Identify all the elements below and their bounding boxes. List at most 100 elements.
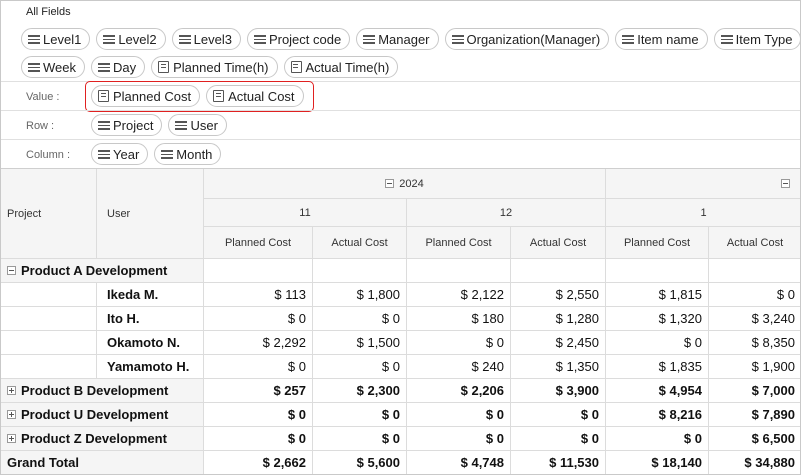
- user-row-header: Ito H.: [97, 307, 204, 331]
- field-chip-label: Day: [113, 59, 137, 75]
- field-chip-actual-time-h[interactable]: Actual Time(h): [283, 56, 399, 78]
- value-cell: $ 1,350: [511, 355, 606, 379]
- value-cell-text: $ 0: [287, 407, 306, 422]
- month-header-text: 11: [299, 206, 311, 219]
- value-cell: $ 1,500: [313, 331, 407, 355]
- value-cell: $ 8,350: [709, 331, 800, 355]
- field-chip-user[interactable]: User: [168, 114, 227, 136]
- value-cell-text: $ 1,800: [356, 287, 400, 302]
- value-cell: $ 0: [313, 307, 407, 331]
- field-chip-year[interactable]: Year: [91, 143, 149, 165]
- expand-icon[interactable]: [7, 410, 16, 419]
- value-zone-highlight: [85, 81, 314, 112]
- field-chip-project[interactable]: Project: [91, 114, 163, 136]
- expand-icon[interactable]: [7, 386, 16, 395]
- field-chip-level1[interactable]: Level1: [21, 28, 91, 50]
- value-cell-text: $ 0: [287, 431, 306, 446]
- row-header-product-u-development[interactable]: Product U Development: [1, 403, 204, 427]
- value-cell: $ 0: [204, 403, 313, 427]
- value-cell-text: $ 3,240: [751, 311, 795, 326]
- row-zone[interactable]: Project User: [91, 114, 227, 138]
- drag-handle-icon: [98, 120, 110, 130]
- drag-handle-icon: [622, 34, 635, 44]
- value-cell: $ 0: [204, 307, 313, 331]
- collapse-icon[interactable]: [781, 179, 790, 188]
- drag-handle-icon: [28, 34, 40, 44]
- column-zone[interactable]: Year Month: [91, 143, 222, 167]
- field-chip-label: User: [190, 117, 218, 133]
- value-cell: [313, 259, 407, 283]
- row-header-product-z-development[interactable]: Product Z Development: [1, 427, 204, 451]
- corner-project-header: Project: [1, 169, 97, 259]
- value-cell-text: $ 7,000: [751, 383, 795, 398]
- value-cell-text: $ 0: [776, 287, 795, 302]
- value-cell-text: $ 2,122: [460, 287, 504, 302]
- month-header: 1: [606, 199, 800, 227]
- value-cell-text: $ 11,530: [549, 455, 599, 470]
- year-header-text: 2024: [399, 177, 424, 190]
- column-zone-label: Column :: [26, 149, 71, 161]
- user-row-header-text: Yamamoto H.: [107, 359, 190, 374]
- measure-header: Actual Cost: [511, 227, 606, 259]
- year-header[interactable]: 2024: [204, 169, 606, 199]
- field-chip-organization-manager[interactable]: Organization(Manager): [444, 28, 610, 50]
- measure-field-icon: [158, 61, 170, 73]
- year-header-next[interactable]: [606, 169, 800, 199]
- value-cell-text: $ 7,890: [751, 407, 795, 422]
- field-chip-label: Manager: [378, 31, 430, 47]
- value-cell-text: $ 4,954: [658, 383, 702, 398]
- field-chip-level3[interactable]: Level3: [171, 28, 241, 50]
- pivot-table: Project User 2024 11 12 1 Planned Cost Actual C…: [1, 169, 800, 474]
- divider: [1, 110, 800, 111]
- field-chip-label: Level3: [193, 31, 232, 47]
- field-chip-item-name[interactable]: Item name: [615, 28, 708, 50]
- value-cell: $ 5,600: [313, 451, 407, 474]
- field-chip-manager[interactable]: Manager: [356, 28, 439, 50]
- field-chip-day[interactable]: Day: [91, 56, 146, 78]
- field-chip-item-type[interactable]: Item Type: [713, 28, 800, 50]
- value-cell: $ 0: [313, 355, 407, 379]
- value-cell-text: $ 5,600: [356, 455, 400, 470]
- user-row-header-text: Ikeda M.: [107, 287, 159, 302]
- field-chip-label: Organization(Manager): [466, 31, 601, 47]
- field-chip-week[interactable]: Week: [21, 56, 85, 78]
- value-cell: $ 2,122: [407, 283, 511, 307]
- field-chip-month[interactable]: Month: [154, 143, 222, 165]
- value-cell: $ 1,900: [709, 355, 800, 379]
- field-chip-level2[interactable]: Level2: [96, 28, 166, 50]
- measure-field-icon: [290, 61, 302, 73]
- row-zone-label: Row :: [26, 120, 55, 132]
- field-chip-label: Project code: [268, 31, 342, 47]
- value-cell-text: $ 4,748: [460, 455, 504, 470]
- measure-header: Actual Cost: [709, 227, 800, 259]
- field-chip-planned-time-h[interactable]: Planned Time(h): [151, 56, 278, 78]
- value-cell: [606, 259, 709, 283]
- user-row-header-text: Ito H.: [107, 311, 140, 326]
- month-header: 12: [407, 199, 606, 227]
- value-cell-text: $ 0: [683, 335, 702, 350]
- field-chip-label: Planned Time(h): [173, 59, 269, 75]
- value-cell: $ 0: [511, 403, 606, 427]
- collapse-icon[interactable]: [385, 179, 395, 188]
- value-cell-text: $ 1,320: [658, 311, 702, 326]
- drag-handle-icon: [175, 120, 188, 130]
- user-row-header-text: Okamoto N.: [107, 335, 180, 350]
- value-cell: $ 2,450: [511, 331, 606, 355]
- value-cell: $ 2,300: [313, 379, 407, 403]
- value-cell: $ 7,000: [709, 379, 800, 403]
- all-fields-title: All Fields: [26, 6, 71, 18]
- value-cell: $ 3,240: [709, 307, 800, 331]
- value-cell: $ 11,530: [511, 451, 606, 474]
- value-cell-text: $ 180: [471, 311, 504, 326]
- field-chip-project-code[interactable]: Project code: [246, 28, 351, 50]
- drag-handle-icon: [98, 62, 110, 72]
- value-cell-text: $ 0: [485, 335, 504, 350]
- collapse-icon[interactable]: [7, 266, 16, 275]
- value-cell-text: $ 3,900: [555, 383, 599, 398]
- measure-header-text: Planned Cost: [623, 236, 691, 249]
- row-header-product-b-development[interactable]: Product B Development: [1, 379, 204, 403]
- expand-icon[interactable]: [7, 434, 16, 443]
- value-cell-text: $ 1,835: [658, 359, 702, 374]
- value-cell: $ 2,550: [511, 283, 606, 307]
- row-header-product-a-development[interactable]: Product A Development: [1, 259, 204, 283]
